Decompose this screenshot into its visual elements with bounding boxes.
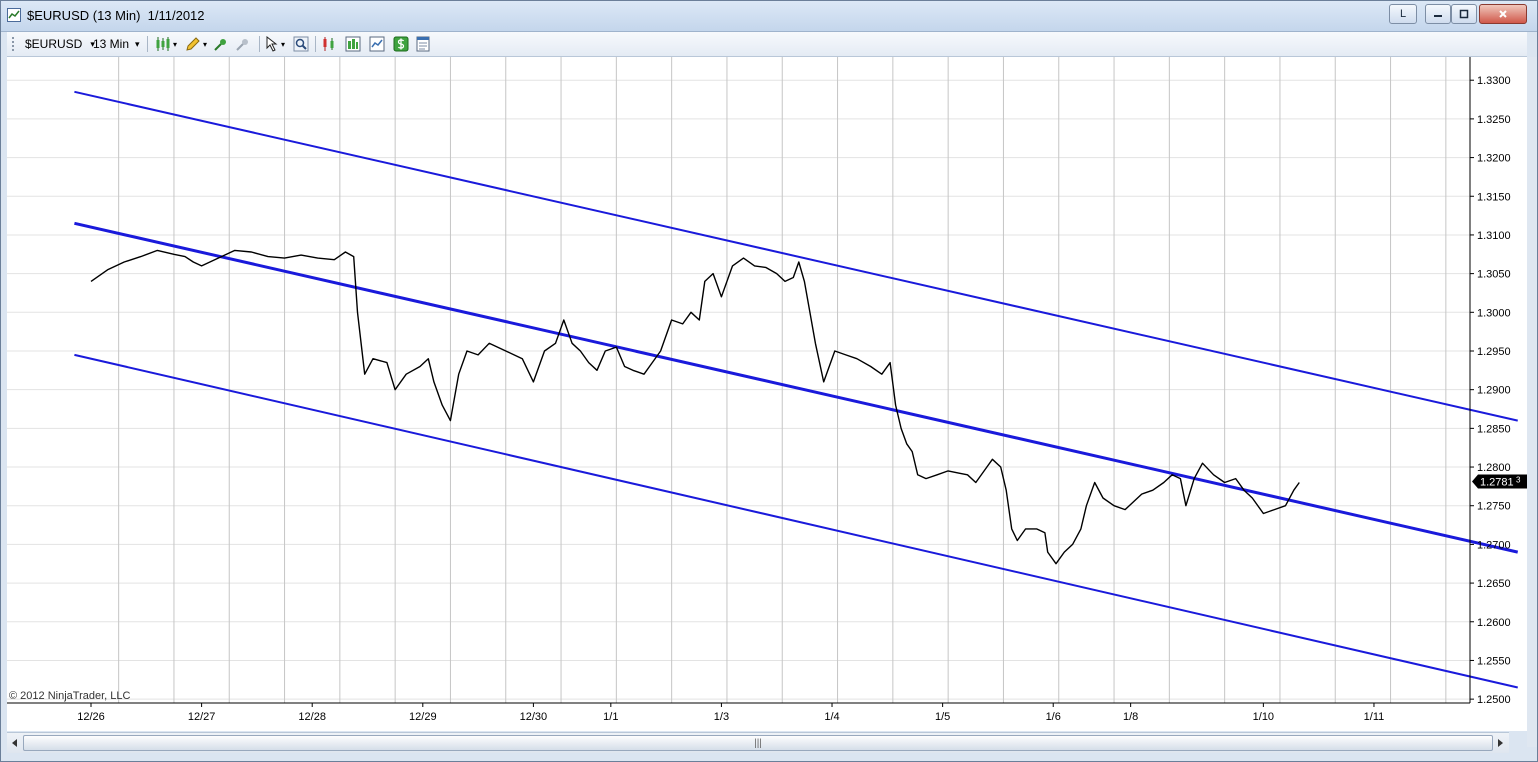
close-button[interactable] — [1479, 4, 1527, 24]
x-tick-label: 1/10 — [1253, 711, 1274, 723]
y-tick-label: 1.3000 — [1477, 307, 1511, 319]
bar-type-dropdown-icon: ▾ — [173, 39, 178, 49]
channel-line-upper[interactable] — [74, 90, 1518, 422]
chart-panel[interactable]: 1.3300 1.3250 1.3200 1.3150 1.3100 1.3050 1.30… — [7, 57, 1527, 731]
y-tick-label: 1.2800 — [1477, 462, 1511, 474]
candlestick-icon — [156, 37, 170, 51]
pin-icon — [214, 39, 226, 51]
cursor-dropdown-icon: ▾ — [281, 39, 286, 49]
minimize-icon — [1434, 15, 1442, 17]
scroll-right-icon — [1498, 739, 1503, 747]
y-tick-label: 1.3200 — [1477, 153, 1511, 165]
scroll-thumb-grip: ||| — [754, 737, 762, 749]
x-tick-label: 1/11 — [1364, 711, 1385, 723]
y-tick-label: 1.2600 — [1477, 617, 1511, 629]
last-price-fraction: 3 — [1516, 476, 1521, 485]
indicators-button[interactable] — [321, 35, 337, 53]
close-icon — [1499, 10, 1507, 18]
order-entry-button[interactable] — [393, 35, 409, 53]
drawing-tools-button[interactable]: ▾ — [185, 35, 207, 53]
x-tick-label: 1/5 — [935, 711, 950, 723]
indicators-icon — [323, 37, 334, 51]
interval-selector[interactable]: 13 Min ▾ — [93, 35, 140, 53]
chart-window: $EURUSD (13 Min) 1/11/2012 L $EURUSD ▾ 1… — [0, 0, 1538, 762]
title-bar[interactable]: $EURUSD (13 Min) 1/11/2012 L — [1, 1, 1537, 32]
interval-dropdown-icon: ▾ — [135, 38, 140, 49]
y-tick-label: 1.2750 — [1477, 501, 1511, 513]
interval-label: 13 Min — [93, 37, 130, 51]
copyright-label: © 2012 NinjaTrader, LLC — [9, 690, 130, 702]
x-tick-label: 1/1 — [603, 711, 618, 723]
price-chart[interactable]: 1.3300 1.3250 1.3200 1.3150 1.3100 1.3050 1.30… — [7, 57, 1527, 731]
properties-icon — [416, 36, 430, 52]
cursor-mode-button[interactable]: ▾ — [265, 35, 285, 53]
add-indicator-button[interactable] — [213, 35, 229, 53]
maximize-icon — [1459, 9, 1469, 19]
y-tick-label: 1.3250 — [1477, 114, 1511, 126]
last-price-label: 1.2781 — [1480, 477, 1514, 489]
channel-line-lower[interactable] — [74, 353, 1518, 689]
scroll-left-button[interactable] — [8, 735, 22, 751]
strategies-icon — [345, 36, 361, 52]
scroll-thumb[interactable]: ||| — [23, 735, 1493, 751]
chart-toolbar: $EURUSD ▾ 13 Min ▾ ▾ ▾ ▾ — [7, 32, 1527, 57]
x-tick-label: 12/27 — [188, 711, 216, 723]
x-tick-label: 1/8 — [1123, 711, 1138, 723]
x-tick-label: 12/30 — [520, 711, 548, 723]
maximize-button[interactable] — [1451, 4, 1477, 24]
magnifier-icon — [293, 36, 309, 52]
y-tick-label: 1.2550 — [1477, 655, 1511, 667]
remove-drawing-button[interactable] — [235, 35, 251, 53]
chart-app-icon — [7, 8, 21, 22]
link-button[interactable]: L — [1389, 4, 1417, 24]
pencil-icon — [186, 37, 200, 51]
y-tick-label: 1.2950 — [1477, 346, 1511, 358]
toolbar-separator — [315, 36, 316, 52]
right-edge-panel — [1527, 57, 1537, 747]
scroll-right-button[interactable] — [1493, 735, 1507, 751]
instrument-label: $EURUSD — [25, 37, 83, 51]
line-chart-icon — [369, 36, 385, 52]
scroll-left-icon — [12, 739, 17, 747]
strategies-button[interactable] — [345, 35, 361, 53]
pin-disabled-icon — [236, 39, 248, 51]
price-series-line — [90, 249, 1300, 565]
x-tick-label: 1/4 — [824, 711, 839, 723]
x-tick-label: 12/28 — [298, 711, 326, 723]
window-title: $EURUSD (13 Min) 1/11/2012 — [27, 8, 205, 23]
y-tick-label: 1.3050 — [1477, 269, 1511, 281]
toolbar-separator — [259, 36, 260, 52]
drawing-tools-dropdown-icon: ▾ — [203, 39, 208, 49]
y-tick-label: 1.3300 — [1477, 75, 1511, 87]
instrument-selector[interactable]: $EURUSD ▾ — [25, 35, 95, 53]
toolbar-grip — [11, 35, 15, 53]
x-tick-label: 1/6 — [1046, 711, 1061, 723]
properties-button[interactable] — [415, 35, 431, 53]
horizontal-scrollbar[interactable]: ||| — [7, 732, 1509, 753]
x-tick-label: 12/29 — [409, 711, 437, 723]
y-tick-label: 1.2700 — [1477, 539, 1511, 551]
zoom-button[interactable] — [293, 35, 309, 53]
dollar-icon — [393, 36, 409, 52]
bar-type-button[interactable]: ▾ — [155, 35, 177, 53]
cursor-arrow-icon — [266, 36, 278, 52]
y-tick-label: 1.2900 — [1477, 385, 1511, 397]
toolbar-separator — [147, 36, 148, 52]
y-tick-label: 1.2850 — [1477, 423, 1511, 435]
y-tick-label: 1.2500 — [1477, 694, 1511, 706]
minimize-button[interactable] — [1425, 4, 1451, 24]
x-tick-label: 1/3 — [714, 711, 729, 723]
data-box-button[interactable] — [369, 35, 385, 53]
channel-line-middle[interactable] — [74, 221, 1519, 554]
x-tick-label: 12/26 — [77, 711, 105, 723]
y-tick-label: 1.2650 — [1477, 578, 1511, 590]
y-tick-label: 1.3100 — [1477, 230, 1511, 242]
y-tick-label: 1.3150 — [1477, 191, 1511, 203]
